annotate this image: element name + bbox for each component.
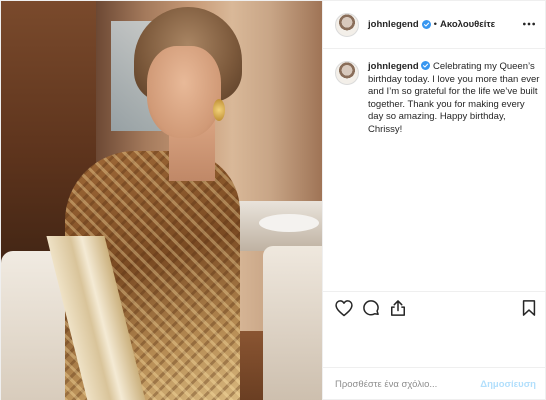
- action-bar: [323, 291, 546, 323]
- heart-icon: [335, 300, 353, 317]
- photo-face: [147, 46, 221, 138]
- verified-badge-icon: [421, 61, 431, 70]
- more-options-button[interactable]: [521, 16, 537, 32]
- bookmark-icon: [522, 300, 536, 316]
- caption-avatar[interactable]: [335, 61, 359, 85]
- caption-block: johnlegend Celebrating my Queen’s birthd…: [335, 61, 540, 137]
- like-button[interactable]: [334, 298, 354, 318]
- separator-dot: •: [433, 19, 437, 30]
- instagram-post: johnlegend • Ακολουθείτε johnlegend Cele…: [0, 0, 546, 400]
- comment-input[interactable]: [335, 379, 481, 390]
- post-comment-button[interactable]: Δημοσίευση: [480, 379, 536, 390]
- share-button[interactable]: [388, 298, 408, 318]
- avatar[interactable]: [335, 12, 359, 37]
- share-icon: [391, 300, 405, 316]
- post-sidebar: johnlegend • Ακολουθείτε johnlegend Cele…: [322, 1, 546, 400]
- photo-earring: [213, 99, 225, 121]
- save-button[interactable]: [519, 298, 539, 318]
- caption-body: Celebrating my Queen’s birthday today. I…: [368, 61, 540, 135]
- caption-username[interactable]: johnlegend: [368, 61, 419, 72]
- caption-text: johnlegend Celebrating my Queen’s birthd…: [368, 61, 540, 137]
- photo-chair-right: [263, 246, 322, 400]
- comment-icon: [363, 300, 379, 316]
- verified-badge-icon: [421, 20, 431, 29]
- post-header: johnlegend • Ακολουθείτε: [323, 1, 546, 49]
- more-options-icon: [523, 22, 535, 26]
- following-button[interactable]: Ακολουθείτε: [440, 19, 495, 30]
- comment-button[interactable]: [361, 298, 381, 318]
- post-photo[interactable]: [1, 1, 322, 400]
- photo-sink: [259, 214, 319, 232]
- comment-bar: Δημοσίευση: [323, 367, 546, 400]
- header-username[interactable]: johnlegend: [368, 19, 419, 30]
